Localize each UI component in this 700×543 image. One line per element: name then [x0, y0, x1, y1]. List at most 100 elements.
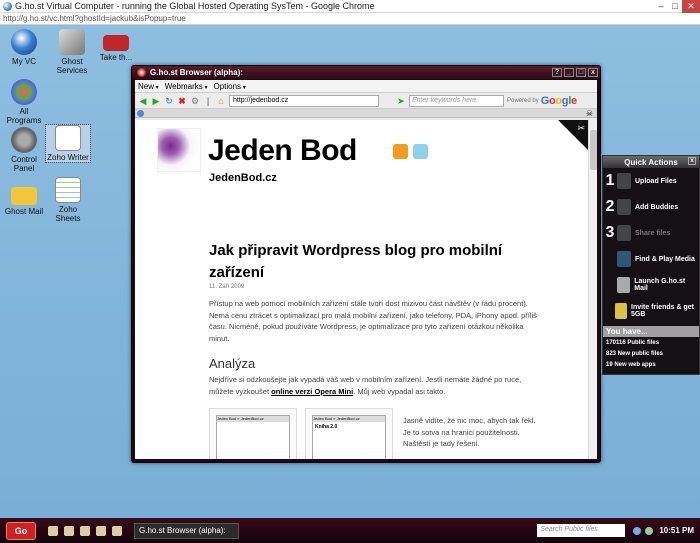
- stat-new-web-apps[interactable]: 19 New web apps: [603, 359, 699, 370]
- settings-icon[interactable]: ⚙: [190, 96, 200, 106]
- quick-launch: [48, 525, 122, 536]
- powered-by-label: Powered by: [507, 97, 539, 104]
- forward-arrow-icon[interactable]: ▶: [151, 96, 161, 106]
- site-avatar: [157, 128, 201, 172]
- chrome-url-bar[interactable]: http://g.ho.st/vc.html?ghostId=jackub&is…: [0, 13, 700, 25]
- desktop-icon-control-panel[interactable]: Control Panel: [2, 127, 46, 173]
- post-paragraph: Přístup na web pomocí mobilních zařízení…: [209, 299, 537, 343]
- home-icon[interactable]: ⌂: [216, 96, 226, 106]
- window-minimize-button[interactable]: _: [564, 68, 574, 77]
- mail-envelope-icon: [11, 187, 37, 205]
- google-logo: Google: [540, 94, 577, 107]
- start-button[interactable]: Go: [6, 521, 36, 540]
- site-subtitle[interactable]: JedenBod.cz: [209, 172, 277, 184]
- quick-action-launch-mail[interactable]: Launch G.ho.st Mail: [603, 272, 699, 298]
- site-title[interactable]: Jeden Bod: [208, 134, 357, 168]
- tray-icon[interactable]: [633, 526, 642, 535]
- minimize-button[interactable]: –: [654, 0, 668, 13]
- desktop-icon-ghost-mail[interactable]: Ghost Mail: [2, 183, 46, 216]
- tab-favicon-icon[interactable]: [137, 109, 144, 117]
- tray-icon[interactable]: [645, 526, 654, 535]
- quick-action-add-buddies[interactable]: 2 Add Buddies: [603, 194, 699, 220]
- desktop-icon-ghost-services[interactable]: Ghost Services: [50, 29, 94, 75]
- quick-launch-icon[interactable]: [64, 525, 74, 536]
- system-tray: [633, 526, 654, 535]
- desktop-icon-zoho-sheets[interactable]: Zoho Sheets: [46, 177, 90, 223]
- quick-action-share-files[interactable]: 3 Share files: [603, 220, 699, 246]
- post-paragraph-2: Nejdříve si odzkoušejte jak vypadá váš w…: [209, 374, 545, 397]
- menu-webmarks[interactable]: Webmarks: [165, 82, 208, 91]
- refresh-icon[interactable]: ↻: [164, 96, 174, 106]
- taskbar: Go G.ho.st Browser (alpha): Search Publi…: [0, 518, 700, 543]
- quick-action-invite-friends[interactable]: Invite friends & get 5GB: [603, 298, 699, 324]
- desktop-icon-label: My VC: [12, 57, 36, 66]
- post-date: 11. Září 2009: [209, 284, 245, 290]
- stop-icon[interactable]: ✖: [177, 96, 187, 106]
- screenshot-thumbnail[interactable]: Jeden Bod » JedenBod.cz: [209, 408, 297, 459]
- desktop-icon-my-vc[interactable]: My VC: [2, 29, 46, 66]
- back-arrow-icon[interactable]: ◀: [138, 96, 148, 106]
- section-heading: Analýza: [209, 356, 256, 371]
- browser-address-input[interactable]: http://jedenbod.cz: [229, 94, 379, 107]
- stat-new-public-files[interactable]: 823 New public files: [603, 348, 699, 359]
- taskbar-search-input[interactable]: Search Public files: [537, 524, 626, 537]
- window-help-button[interactable]: ?: [552, 68, 562, 77]
- ghost-browser-title: G.ho.st Browser (alpha):: [150, 68, 243, 77]
- stat-public-files[interactable]: 170116 Public files: [603, 337, 699, 348]
- quick-action-label: Invite friends & get 5GB: [631, 304, 695, 318]
- quick-actions-header: Quick Actions x: [603, 156, 699, 168]
- browser-menubar: New Webmarks Options: [135, 80, 597, 93]
- go-arrow-icon[interactable]: ➤: [396, 96, 406, 106]
- separator-icon: |: [206, 95, 210, 106]
- browser-search-input[interactable]: Enter keywords here: [409, 94, 504, 107]
- step-number: 2: [605, 198, 615, 215]
- desktop-icon-zoho-writer[interactable]: Zoho Writer: [45, 124, 91, 163]
- maximize-button[interactable]: □: [668, 0, 682, 13]
- side-paragraph: Jasně vidíte, že nic moc, abych tak řekl…: [403, 416, 536, 448]
- media-icon: [617, 251, 631, 267]
- desktop-icon-label: Control Panel: [11, 155, 37, 173]
- rss-icon[interactable]: [393, 144, 408, 159]
- twitter-icon[interactable]: [413, 144, 428, 159]
- quick-actions-title: Quick Actions: [624, 157, 678, 167]
- chrome-titlebar: G.ho.st Virtual Computer - running the G…: [0, 0, 700, 13]
- desktop-icon-label: Zoho Writer: [47, 153, 89, 162]
- ghost-browser-titlebar[interactable]: G.ho.st Browser (alpha): ? _ □ x: [132, 66, 600, 79]
- close-icon[interactable]: x: [688, 157, 696, 165]
- post-title[interactable]: Jak připravit Wordpress blog pro mobilní…: [209, 240, 529, 284]
- desktop-icon-all-programs[interactable]: All Programs: [2, 79, 46, 125]
- opera-mini-link[interactable]: online verzi Opera Mini: [271, 387, 353, 396]
- invite-icon: [615, 303, 627, 319]
- thumbnail-title: Kniha 2.0: [315, 424, 338, 430]
- taskbar-task-browser[interactable]: G.ho.st Browser (alpha):: [134, 522, 239, 539]
- quick-launch-icon[interactable]: [112, 525, 122, 536]
- desktop-icon-label: Take th...: [99, 53, 133, 62]
- quick-action-upload-files[interactable]: 1 Upload Files: [603, 168, 699, 194]
- page-scrollbar[interactable]: [588, 120, 597, 459]
- upload-icon: [617, 173, 631, 189]
- quick-launch-icon[interactable]: [48, 525, 58, 536]
- paragraph-text: . Můj web vypadal asi takto.: [353, 386, 446, 396]
- quick-action-find-play-media[interactable]: Find & Play Media: [603, 246, 699, 272]
- quick-launch-icon[interactable]: [96, 525, 106, 536]
- window-close-button[interactable]: x: [588, 68, 598, 77]
- clock: 10:51 PM: [659, 526, 694, 535]
- gear-icon: [11, 127, 37, 153]
- desktop-icon-label: Zoho Sheets: [55, 205, 81, 223]
- menu-new[interactable]: New: [138, 82, 159, 91]
- scrollbar-thumb[interactable]: [590, 130, 597, 170]
- window-maximize-button[interactable]: □: [576, 68, 586, 77]
- ghost-browser-icon: [137, 68, 146, 77]
- screenshot-thumbnail[interactable]: Jeden Bod » JedenBod.cz Kniha 2.0: [305, 408, 393, 459]
- powered-by-google: Powered by Google: [507, 95, 577, 107]
- you-have-header: You have...: [603, 326, 699, 337]
- desktop-icon-take-tour[interactable]: Take th...: [94, 29, 138, 62]
- quick-launch-icon[interactable]: [80, 525, 90, 536]
- spreadsheet-icon: [55, 177, 81, 203]
- close-button[interactable]: ✕: [682, 0, 700, 13]
- menu-options[interactable]: Options: [213, 82, 245, 91]
- step-number: 3: [605, 224, 615, 241]
- browser-navbar: ◀ ▶ ↻ ✖ ⚙ | ⌂ http://jedenbod.cz ➤ Enter…: [135, 93, 597, 109]
- web-page: Jeden Bod JedenBod.cz ✂ Jak připravit Wo…: [135, 120, 597, 459]
- ghost-browser-window: G.ho.st Browser (alpha): ? _ □ x New Web…: [131, 65, 601, 463]
